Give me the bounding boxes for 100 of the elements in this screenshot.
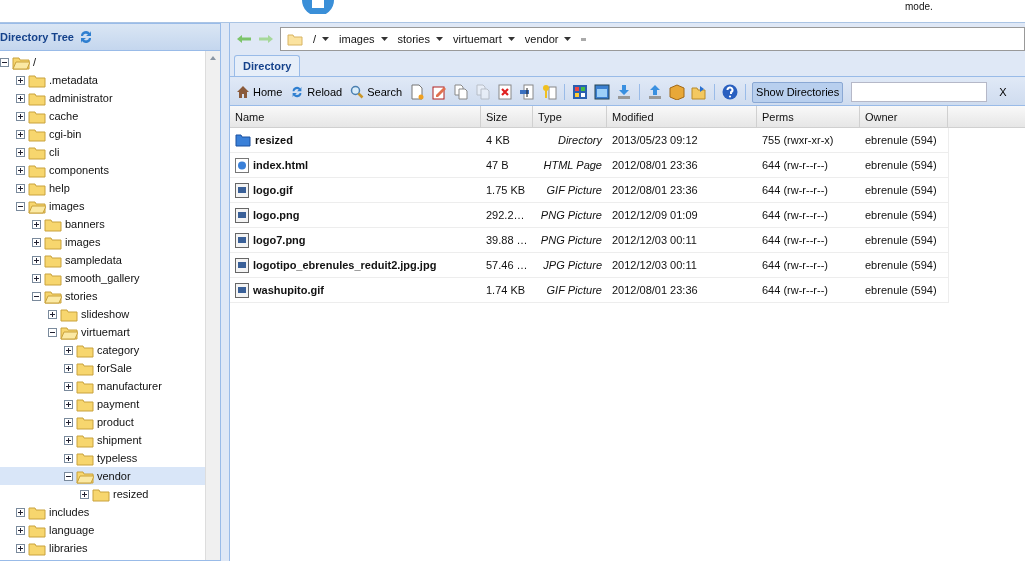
tree-item[interactable]: images [0, 233, 205, 251]
grid-view-icon[interactable] [572, 84, 589, 100]
tree-item[interactable]: cgi-bin [0, 125, 205, 143]
tree-item[interactable]: manufacturer [0, 377, 205, 395]
expander-icon[interactable] [16, 129, 25, 139]
tree-item[interactable]: product [0, 413, 205, 431]
expander-icon[interactable] [16, 201, 25, 211]
tree-item[interactable]: forSale [0, 359, 205, 377]
expander-icon[interactable] [48, 309, 57, 319]
path-segment[interactable]: images [339, 33, 388, 45]
expander-icon[interactable] [64, 363, 73, 373]
help-icon[interactable] [722, 84, 739, 100]
path-segment[interactable]: / [313, 33, 330, 45]
expander-icon[interactable] [16, 75, 25, 85]
path-segment[interactable]: virtuemart [452, 33, 515, 45]
expander-icon[interactable] [64, 435, 73, 445]
toggle-button[interactable]: Show Directories [752, 81, 844, 103]
caret-icon[interactable] [322, 37, 330, 41]
expander-icon[interactable] [16, 543, 25, 553]
table-cell: logotipo_ebrenules_reduit2.jpg.jpg [230, 253, 481, 277]
expander-icon[interactable] [64, 453, 73, 463]
expander-icon[interactable] [80, 489, 89, 499]
expander-icon[interactable] [64, 399, 73, 409]
caret-icon[interactable] [564, 37, 572, 41]
expander-icon[interactable] [16, 165, 25, 175]
tree-item[interactable]: category [0, 341, 205, 359]
tree-item[interactable]: payment [0, 395, 205, 413]
tree-item[interactable]: slideshow [0, 305, 205, 323]
home-icon[interactable] [236, 85, 250, 99]
expander-icon[interactable] [0, 57, 9, 67]
search-icon[interactable] [350, 85, 365, 99]
tree-item[interactable]: components [0, 161, 205, 179]
tree-item[interactable]: shipment [0, 431, 205, 449]
expander-icon[interactable] [32, 237, 41, 247]
expander-icon[interactable] [16, 111, 25, 121]
caret-icon[interactable] [380, 37, 388, 41]
column-header[interactable]: Owner [860, 106, 948, 127]
path-segment[interactable]: vendor [524, 33, 572, 45]
expander-icon[interactable] [48, 327, 57, 337]
tree-item[interactable]: / [0, 53, 205, 71]
toolbar-button[interactable]: Reload [288, 85, 345, 99]
column-header[interactable]: Perms [757, 106, 860, 127]
clear-button[interactable]: X [993, 85, 1013, 99]
tree-item[interactable]: includes [0, 503, 205, 521]
delete-icon[interactable] [497, 84, 514, 100]
tree-item[interactable]: libraries [0, 539, 205, 557]
tree-item[interactable]: language [0, 521, 205, 539]
expander-icon[interactable] [16, 525, 25, 535]
tree-item[interactable]: .metadata [0, 71, 205, 89]
scrollbar[interactable] [205, 51, 220, 560]
tree-item[interactable]: sampledata [0, 251, 205, 269]
folder-arrow-icon[interactable] [691, 84, 708, 100]
tree-item[interactable]: images [0, 197, 205, 215]
expander-icon[interactable] [16, 147, 25, 157]
tree-item[interactable]: stories [0, 287, 205, 305]
expander-icon[interactable] [16, 93, 25, 103]
column-header[interactable]: Type [533, 106, 607, 127]
copy-icon[interactable] [453, 84, 470, 100]
folder-icon [28, 126, 46, 142]
refresh-icon[interactable] [78, 29, 94, 45]
table-cell-text: PNG Picture [539, 208, 603, 223]
tree-item[interactable]: administrator [0, 89, 205, 107]
rename-icon[interactable] [519, 84, 536, 100]
tree-item[interactable]: smooth_gallery [0, 269, 205, 287]
tree-item[interactable]: resized [0, 485, 205, 503]
expander-icon[interactable] [32, 255, 41, 265]
toolbar-button[interactable]: Home [234, 85, 285, 99]
expander-icon[interactable] [16, 183, 25, 193]
upload-icon[interactable] [647, 84, 664, 100]
filter-field[interactable] [851, 82, 988, 102]
expander-icon[interactable] [32, 219, 41, 229]
column-header[interactable]: Name [230, 106, 481, 127]
caret-icon[interactable] [507, 37, 515, 41]
expander-icon[interactable] [64, 471, 73, 481]
tree-item[interactable]: cli [0, 143, 205, 161]
expander-icon[interactable] [32, 291, 41, 301]
table-cell-text: 2012/12/09 01:09 [611, 208, 699, 223]
image-file-icon [235, 232, 249, 248]
path-segment[interactable]: stories [397, 33, 443, 45]
expander-icon[interactable] [64, 381, 73, 391]
edit-icon[interactable] [431, 84, 448, 100]
tree-item[interactable]: vendor [0, 467, 205, 485]
expander-icon[interactable] [64, 345, 73, 355]
window-icon[interactable] [594, 84, 611, 100]
expander-icon[interactable] [16, 507, 25, 517]
column-header[interactable]: Size [481, 106, 533, 127]
tree-item[interactable]: cache [0, 107, 205, 125]
tree-item[interactable]: virtuemart [0, 323, 205, 341]
toolbar-button[interactable]: Search [348, 85, 405, 99]
column-header[interactable]: Modified [607, 106, 757, 127]
expander-icon[interactable] [64, 417, 73, 427]
tree-item[interactable]: typeless [0, 449, 205, 467]
tree-item[interactable]: help [0, 179, 205, 197]
caret-icon[interactable] [435, 37, 443, 41]
box-icon[interactable] [669, 84, 686, 100]
header-note: mode. [905, 1, 933, 12]
tab[interactable]: Directory [234, 55, 301, 76]
expander-icon[interactable] [32, 273, 41, 283]
tree-item[interactable]: banners [0, 215, 205, 233]
download-icon[interactable] [616, 84, 633, 100]
